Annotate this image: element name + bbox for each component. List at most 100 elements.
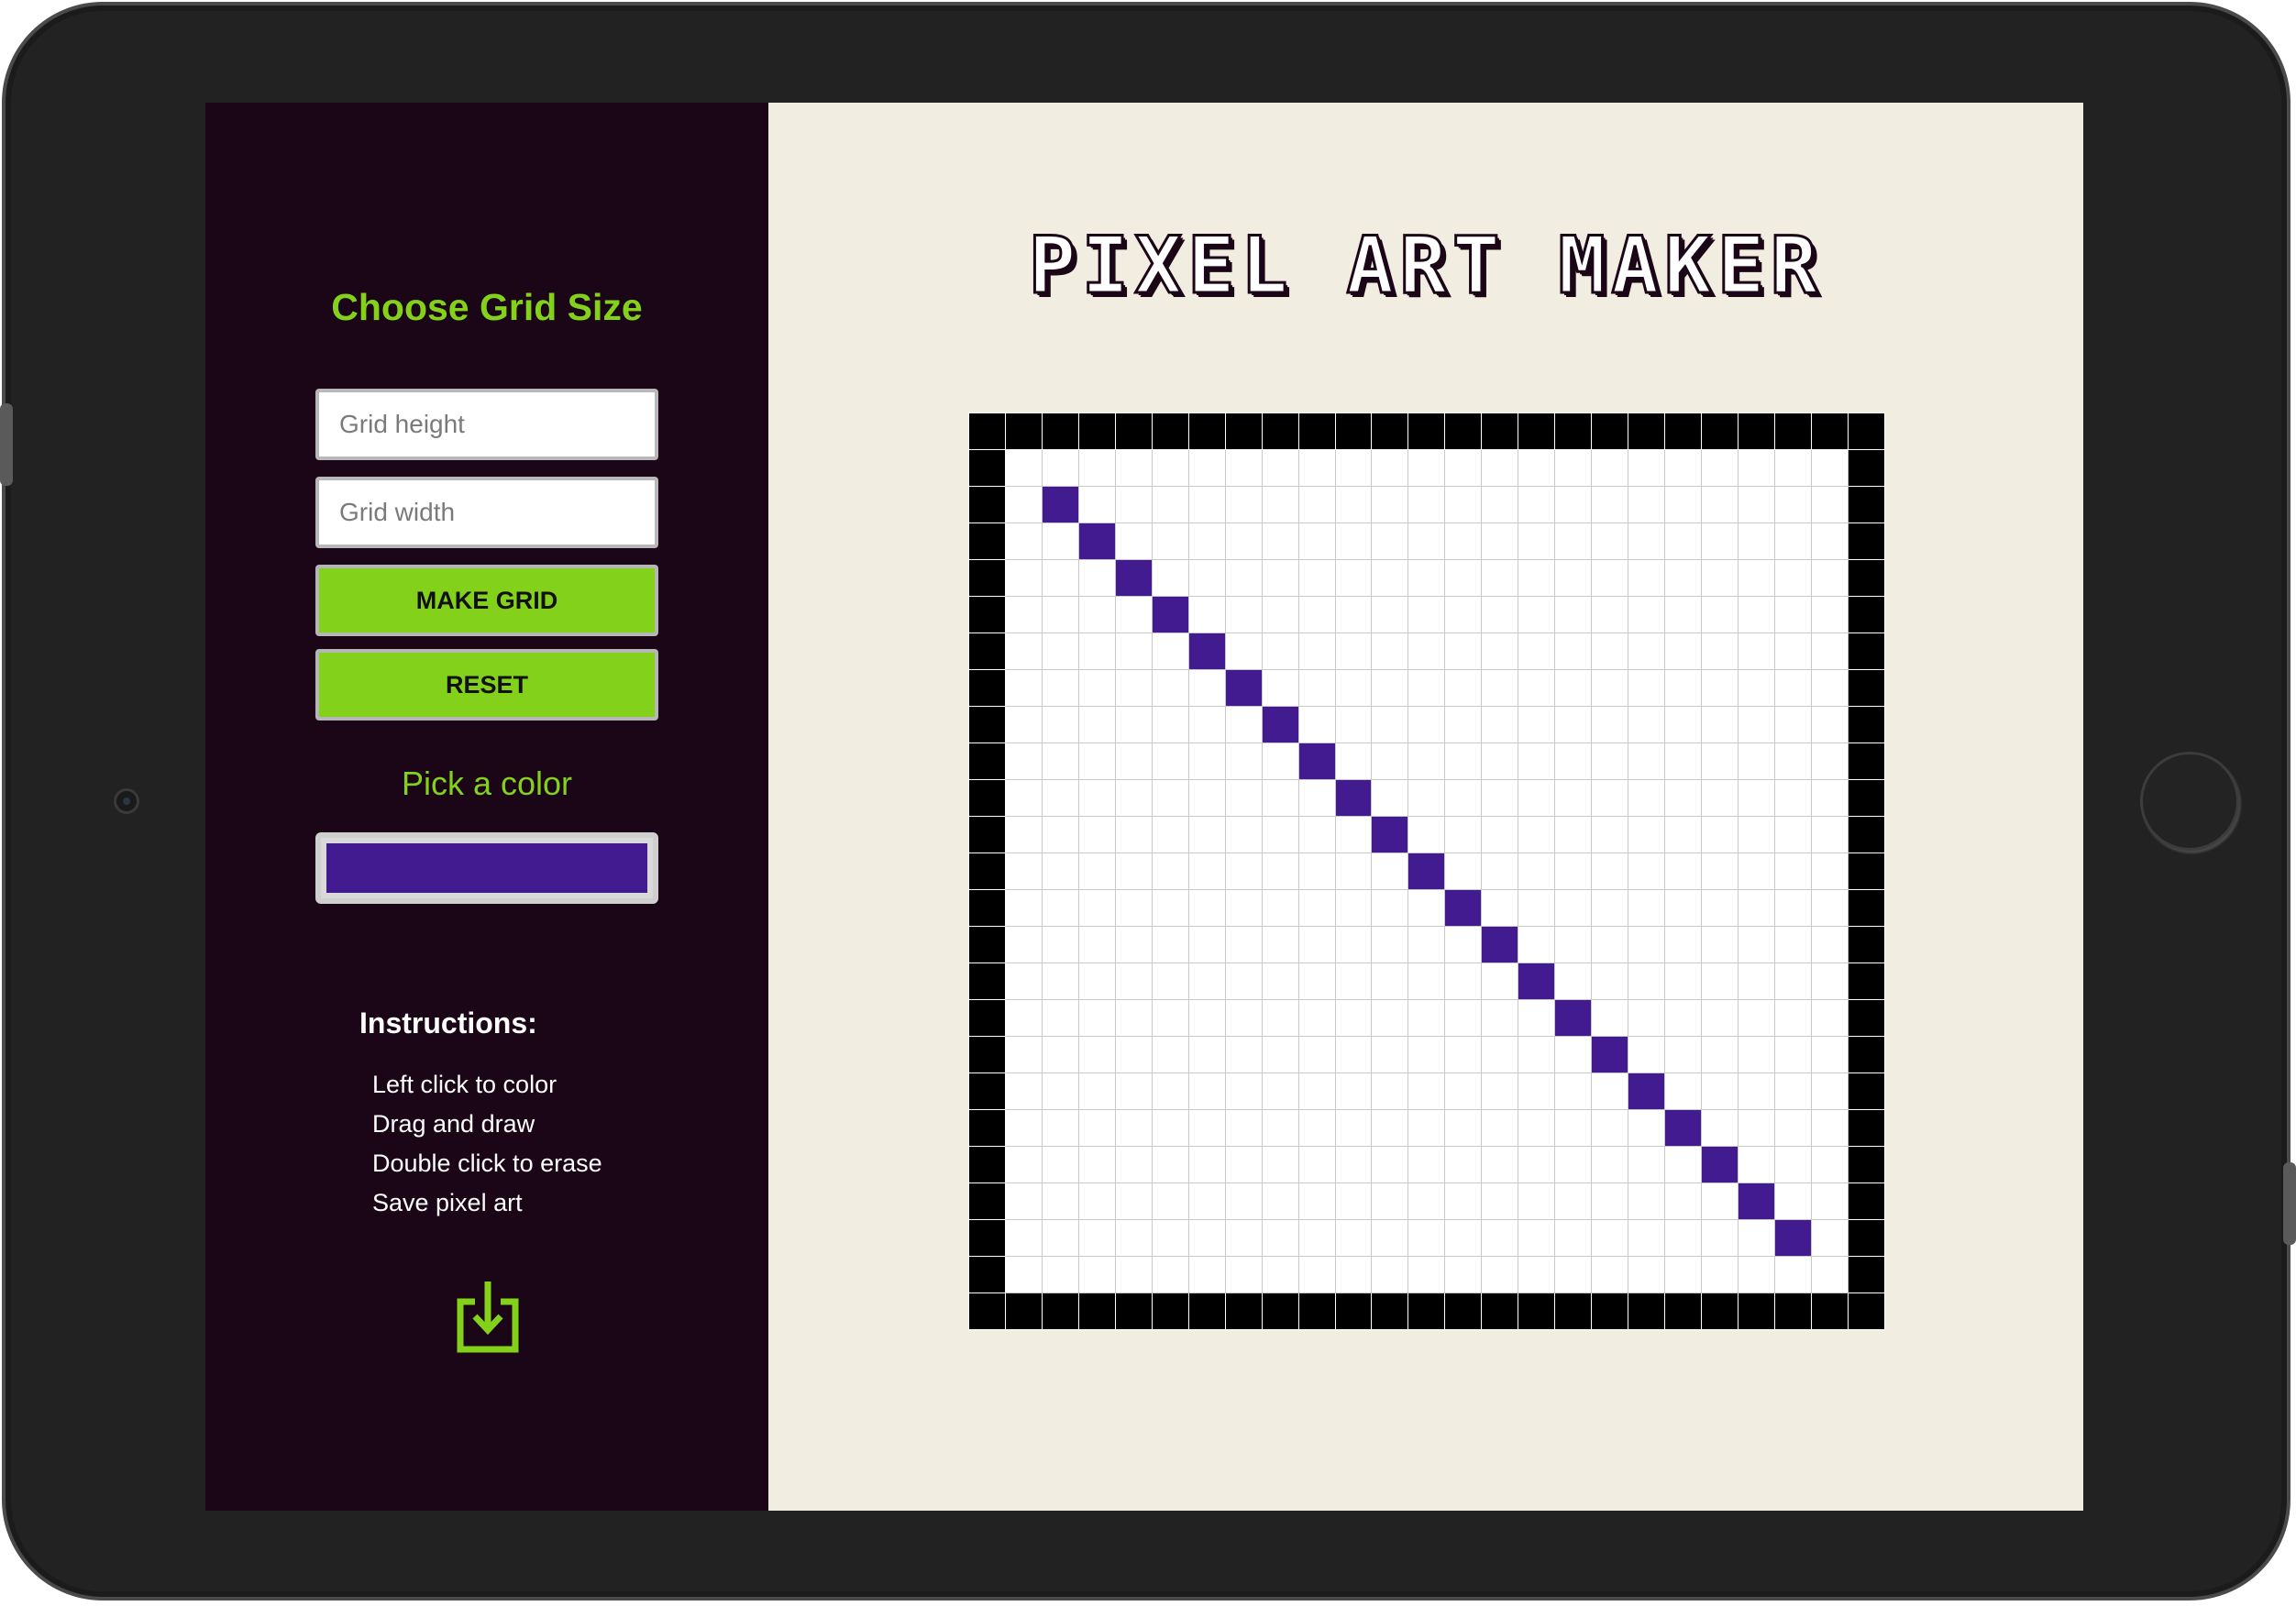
grid-cell[interactable]: [1261, 742, 1299, 780]
grid-cell[interactable]: [1297, 889, 1336, 927]
grid-cell[interactable]: [1041, 632, 1079, 670]
grid-cell[interactable]: [1701, 1182, 1739, 1220]
grid-cell[interactable]: [1701, 742, 1739, 780]
grid-cell[interactable]: [1004, 669, 1043, 707]
grid-cell[interactable]: [1407, 962, 1446, 1000]
grid-cell[interactable]: [1591, 706, 1629, 743]
grid-cell[interactable]: [1041, 486, 1079, 523]
grid-cell[interactable]: [1077, 742, 1116, 780]
grid-cell[interactable]: [1114, 559, 1153, 597]
grid-cell[interactable]: [1444, 706, 1483, 743]
grid-cell[interactable]: [1628, 852, 1666, 890]
grid-cell[interactable]: [1187, 852, 1226, 890]
grid-cell[interactable]: [1151, 412, 1189, 450]
grid-cell[interactable]: [1077, 816, 1116, 853]
grid-cell[interactable]: [1847, 669, 1886, 707]
grid-cell[interactable]: [1041, 852, 1079, 890]
grid-cell[interactable]: [1297, 926, 1336, 963]
grid-cell[interactable]: [1591, 742, 1629, 780]
grid-cell[interactable]: [1407, 1182, 1446, 1220]
grid-cell[interactable]: [1554, 412, 1593, 450]
grid-cell[interactable]: [968, 486, 1006, 523]
grid-cell[interactable]: [1004, 852, 1043, 890]
grid-cell[interactable]: [1738, 1292, 1775, 1330]
grid-cell[interactable]: [1591, 486, 1629, 523]
grid-cell[interactable]: [1077, 596, 1116, 633]
grid-cell[interactable]: [1664, 1219, 1703, 1257]
grid-cell[interactable]: [1077, 852, 1116, 890]
grid-cell[interactable]: [1297, 596, 1336, 633]
grid-cell[interactable]: [1224, 1292, 1263, 1330]
grid-cell[interactable]: [1810, 816, 1849, 853]
grid-cell[interactable]: [1701, 1109, 1739, 1147]
grid-cell[interactable]: [1371, 412, 1409, 450]
grid-cell[interactable]: [1334, 852, 1373, 890]
grid-cell[interactable]: [1738, 926, 1775, 963]
grid-cell[interactable]: [1077, 706, 1116, 743]
grid-cell[interactable]: [1810, 779, 1849, 817]
grid-cell[interactable]: [968, 449, 1006, 487]
grid-cell[interactable]: [1701, 1036, 1739, 1073]
grid-cell[interactable]: [1810, 486, 1849, 523]
grid-cell[interactable]: [1664, 926, 1703, 963]
grid-cell[interactable]: [1518, 816, 1556, 853]
grid-cell[interactable]: [1187, 596, 1226, 633]
grid-cell[interactable]: [968, 559, 1006, 597]
grid-cell[interactable]: [1773, 412, 1812, 450]
grid-cell[interactable]: [1187, 1146, 1226, 1183]
grid-cell[interactable]: [1334, 999, 1373, 1037]
grid-cell[interactable]: [1261, 632, 1299, 670]
grid-cell[interactable]: [1004, 889, 1043, 927]
grid-cell[interactable]: [1701, 632, 1739, 670]
grid-cell[interactable]: [1591, 1036, 1629, 1073]
grid-cell[interactable]: [1738, 816, 1775, 853]
grid-cell[interactable]: [1334, 449, 1373, 487]
grid-cell[interactable]: [1773, 1146, 1812, 1183]
grid-cell[interactable]: [1664, 779, 1703, 817]
grid-cell[interactable]: [1004, 962, 1043, 1000]
grid-cell[interactable]: [1224, 1182, 1263, 1220]
grid-cell[interactable]: [1810, 522, 1849, 560]
grid-cell[interactable]: [1444, 816, 1483, 853]
grid-cell[interactable]: [1187, 412, 1226, 450]
grid-cell[interactable]: [1371, 449, 1409, 487]
grid-cell[interactable]: [1810, 596, 1849, 633]
grid-cell[interactable]: [1518, 632, 1556, 670]
grid-cell[interactable]: [968, 632, 1006, 670]
grid-cell[interactable]: [1664, 1109, 1703, 1147]
color-picker[interactable]: [315, 832, 658, 904]
grid-cell[interactable]: [1261, 1182, 1299, 1220]
grid-cell[interactable]: [1847, 1292, 1886, 1330]
grid-cell[interactable]: [1518, 852, 1556, 890]
grid-cell[interactable]: [1077, 926, 1116, 963]
grid-cell[interactable]: [1554, 596, 1593, 633]
grid-cell[interactable]: [1151, 926, 1189, 963]
grid-cell[interactable]: [1187, 1109, 1226, 1147]
grid-cell[interactable]: [1738, 596, 1775, 633]
grid-cell[interactable]: [1773, 889, 1812, 927]
grid-cell[interactable]: [1481, 1146, 1519, 1183]
grid-cell[interactable]: [1591, 1109, 1629, 1147]
grid-cell[interactable]: [1261, 596, 1299, 633]
grid-cell[interactable]: [1847, 596, 1886, 633]
grid-cell[interactable]: [1004, 486, 1043, 523]
grid-cell[interactable]: [1847, 962, 1886, 1000]
grid-cell[interactable]: [1114, 1036, 1153, 1073]
grid-cell[interactable]: [1041, 449, 1079, 487]
grid-cell[interactable]: [1407, 706, 1446, 743]
grid-cell[interactable]: [1738, 1256, 1775, 1293]
grid-cell[interactable]: [1261, 1109, 1299, 1147]
grid-cell[interactable]: [1004, 1182, 1043, 1220]
grid-cell[interactable]: [1261, 1292, 1299, 1330]
grid-cell[interactable]: [1004, 816, 1043, 853]
grid-cell[interactable]: [1187, 816, 1226, 853]
grid-cell[interactable]: [1847, 999, 1886, 1037]
grid-cell[interactable]: [1371, 889, 1409, 927]
grid-cell[interactable]: [1847, 632, 1886, 670]
grid-cell[interactable]: [1810, 852, 1849, 890]
grid-cell[interactable]: [1554, 1072, 1593, 1110]
grid-cell[interactable]: [1664, 706, 1703, 743]
grid-cell[interactable]: [1004, 1072, 1043, 1110]
grid-cell[interactable]: [1004, 1036, 1043, 1073]
grid-cell[interactable]: [1334, 596, 1373, 633]
